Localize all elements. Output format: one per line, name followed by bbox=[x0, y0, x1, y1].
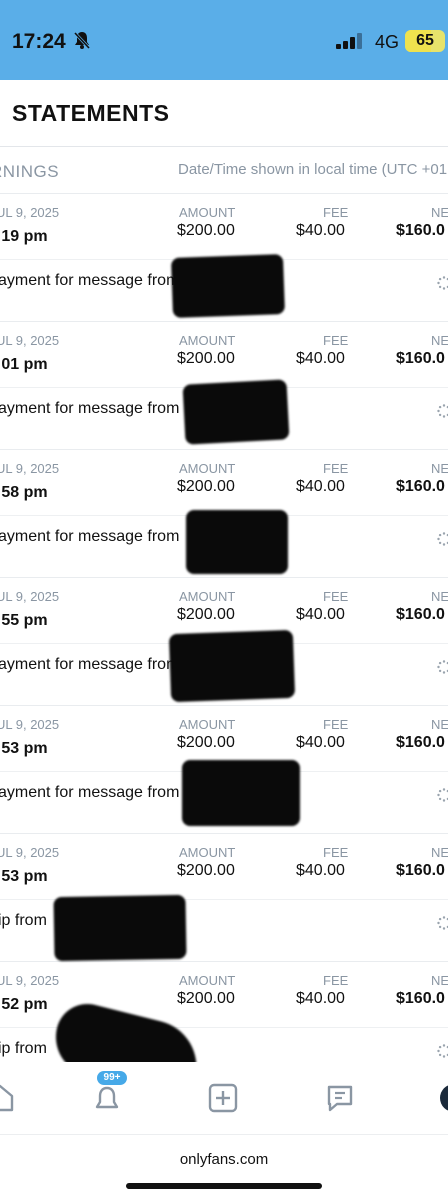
net-header: NE bbox=[431, 205, 448, 220]
row-description: ip from bbox=[0, 912, 47, 929]
battery-indicator: 65 bbox=[405, 30, 445, 52]
loading-spinner-icon bbox=[436, 787, 448, 803]
net-header: NE bbox=[431, 589, 448, 604]
row-fee: $40.00 bbox=[296, 990, 345, 1007]
redaction-mark bbox=[53, 894, 187, 962]
redaction-mark bbox=[182, 379, 290, 445]
row-net: $160.0 bbox=[396, 606, 445, 623]
row-time: :55 pm bbox=[0, 612, 48, 629]
loading-spinner-icon bbox=[436, 275, 448, 291]
home-indicator[interactable] bbox=[126, 1183, 322, 1189]
fee-header: FEE bbox=[323, 717, 349, 732]
row-amount: $200.00 bbox=[177, 350, 235, 367]
row-fee: $40.00 bbox=[296, 734, 345, 751]
messages-icon[interactable] bbox=[324, 1082, 356, 1114]
row-date: UL 9, 2025 bbox=[0, 717, 60, 732]
redaction-mark bbox=[168, 629, 296, 703]
bell-off-icon bbox=[73, 31, 91, 50]
domain-label: onlyfans.com bbox=[179, 1151, 269, 1168]
amount-header: AMOUNT bbox=[179, 717, 236, 732]
loading-spinner-icon bbox=[436, 531, 448, 547]
row-amount: $200.00 bbox=[177, 222, 235, 239]
net-header: NE bbox=[431, 973, 448, 988]
row-net: $160.0 bbox=[396, 990, 445, 1007]
row-time: :01 pm bbox=[0, 356, 48, 373]
row-fee: $40.00 bbox=[296, 862, 345, 879]
row-description: ip from bbox=[0, 1040, 47, 1057]
bottom-navigation: 99+ bbox=[0, 1062, 448, 1134]
row-net: $160.0 bbox=[396, 350, 445, 367]
status-bar: 17:24 4G 65 bbox=[0, 0, 448, 80]
row-amount: $200.00 bbox=[177, 606, 235, 623]
row-time: :53 pm bbox=[0, 740, 48, 757]
header-divider bbox=[0, 146, 448, 147]
amount-header: AMOUNT bbox=[179, 845, 236, 860]
row-fee: $40.00 bbox=[296, 606, 345, 623]
home-icon[interactable] bbox=[0, 1082, 16, 1114]
amount-header: AMOUNT bbox=[179, 589, 236, 604]
amount-header: AMOUNT bbox=[179, 333, 236, 348]
row-amount: $200.00 bbox=[177, 478, 235, 495]
row-time: :19 pm bbox=[0, 228, 48, 245]
row-date: UL 9, 2025 bbox=[0, 333, 60, 348]
loading-spinner-icon bbox=[436, 1043, 448, 1059]
row-date: UL 9, 2025 bbox=[0, 461, 60, 476]
browser-url-bar[interactable]: onlyfans.com bbox=[0, 1134, 448, 1200]
row-description: ayment for message from bbox=[0, 528, 180, 545]
fee-header: FEE bbox=[323, 205, 349, 220]
row-time: :58 pm bbox=[0, 484, 48, 501]
row-net: $160.0 bbox=[396, 734, 445, 751]
row-amount: $200.00 bbox=[177, 734, 235, 751]
net-header: NE bbox=[431, 845, 448, 860]
row-amount: $200.00 bbox=[177, 990, 235, 1007]
row-description: ayment for message from bbox=[0, 656, 180, 673]
net-header: NE bbox=[431, 333, 448, 348]
fee-header: FEE bbox=[323, 333, 349, 348]
row-date: UL 9, 2025 bbox=[0, 845, 60, 860]
row-description: ayment for message from bbox=[0, 784, 180, 801]
row-net: $160.0 bbox=[396, 862, 445, 879]
network-type: 4G bbox=[375, 32, 400, 52]
page-title: STATEMENTS bbox=[12, 100, 170, 126]
row-net: $160.0 bbox=[396, 222, 445, 239]
signal-icon bbox=[336, 33, 362, 49]
redaction-mark bbox=[186, 510, 288, 574]
loading-spinner-icon bbox=[436, 659, 448, 675]
row-net: $160.0 bbox=[396, 478, 445, 495]
status-time: 17:24 bbox=[12, 30, 66, 53]
net-header: NE bbox=[431, 461, 448, 476]
loading-spinner-icon bbox=[436, 915, 448, 931]
row-date: UL 9, 2025 bbox=[0, 973, 60, 988]
redaction-mark bbox=[182, 760, 300, 826]
fee-header: FEE bbox=[323, 461, 349, 476]
fee-header: FEE bbox=[323, 973, 349, 988]
row-fee: $40.00 bbox=[296, 222, 345, 239]
profile-avatar[interactable] bbox=[440, 1084, 448, 1112]
notification-badge: 99+ bbox=[97, 1071, 127, 1085]
amount-header: AMOUNT bbox=[179, 205, 236, 220]
row-amount: $200.00 bbox=[177, 862, 235, 879]
amount-header: AMOUNT bbox=[179, 461, 236, 476]
row-date: UL 9, 2025 bbox=[0, 589, 60, 604]
redaction-mark bbox=[170, 254, 286, 318]
row-time: :53 pm bbox=[0, 868, 48, 885]
fee-header: FEE bbox=[323, 589, 349, 604]
row-description: ayment for message from bbox=[0, 272, 180, 289]
timezone-note: Date/Time shown in local time (UTC +01 bbox=[178, 161, 448, 178]
bell-icon[interactable] bbox=[91, 1082, 123, 1114]
battery-level: 65 bbox=[416, 32, 434, 49]
row-time: :52 pm bbox=[0, 996, 48, 1013]
row-fee: $40.00 bbox=[296, 350, 345, 367]
add-post-icon[interactable] bbox=[207, 1082, 239, 1114]
row-description: ayment for message from bbox=[0, 400, 180, 417]
section-title: RNINGS bbox=[0, 162, 60, 181]
row-fee: $40.00 bbox=[296, 478, 345, 495]
fee-header: FEE bbox=[323, 845, 349, 860]
row-date: UL 9, 2025 bbox=[0, 205, 60, 220]
amount-header: AMOUNT bbox=[179, 973, 236, 988]
net-header: NE bbox=[431, 717, 448, 732]
loading-spinner-icon bbox=[436, 403, 448, 419]
